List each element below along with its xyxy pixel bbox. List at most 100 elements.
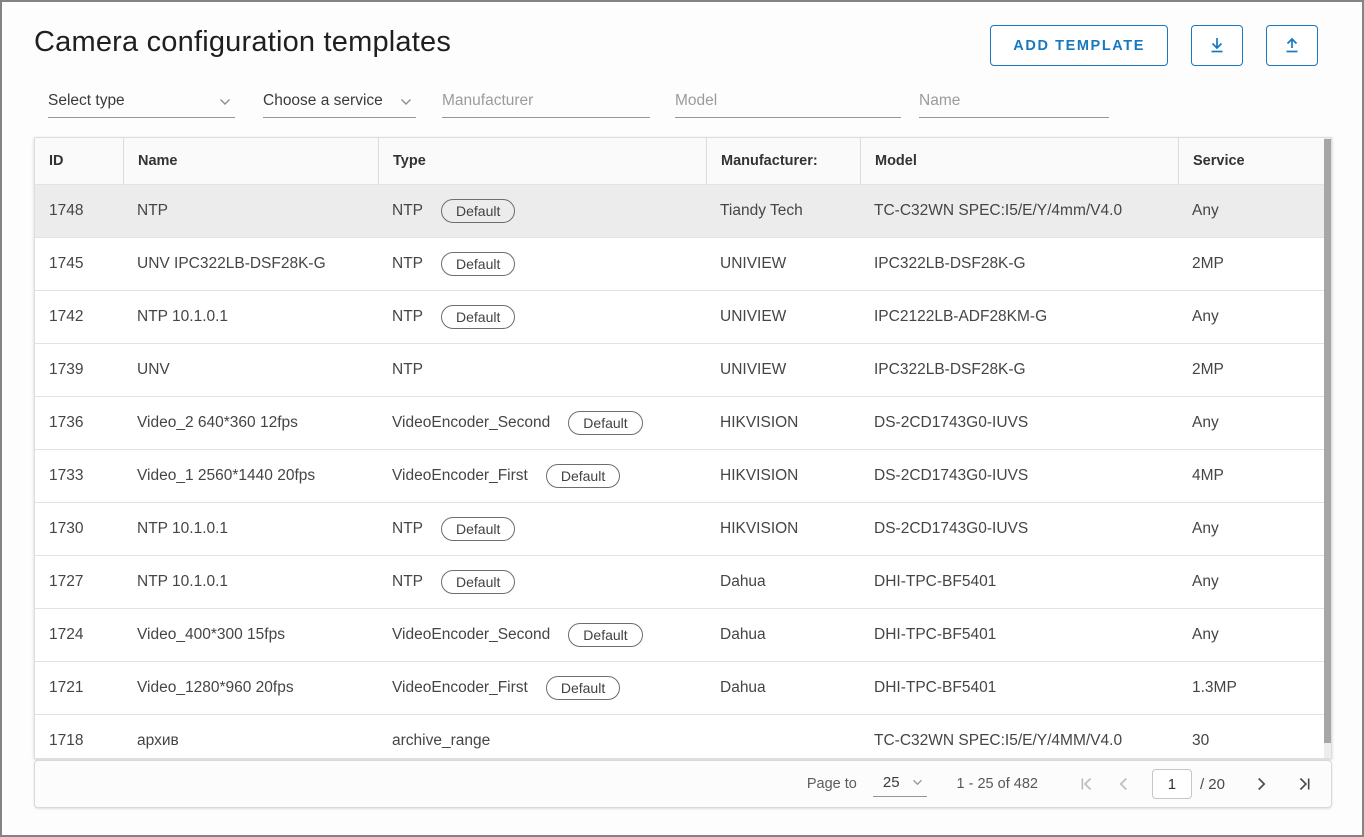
column-header-id[interactable]: ID (35, 138, 123, 184)
last-page-button[interactable] (1293, 772, 1317, 796)
column-header-service[interactable]: Service (1178, 138, 1326, 184)
cell-type: NTP Default (378, 570, 706, 594)
table-row[interactable]: 1739 UNV NTP UNIVIEW IPC322LB-DSF28K-G 2… (35, 344, 1326, 397)
cell-id: 1733 (35, 467, 123, 485)
cell-service: Any (1178, 626, 1326, 644)
templates-table: ID Name Type Manufacturer: Model Service… (34, 137, 1332, 759)
cell-service: Any (1178, 573, 1326, 591)
cell-type: NTP Default (378, 199, 706, 223)
cell-type: NTP Default (378, 517, 706, 541)
cell-model: DHI-TPC-BF5401 (860, 679, 1178, 697)
cell-id: 1736 (35, 414, 123, 432)
page-number-input[interactable] (1152, 769, 1192, 799)
import-button[interactable] (1266, 25, 1318, 66)
manufacturer-field (442, 86, 650, 118)
total-pages-text: / 20 (1200, 776, 1225, 793)
type-text: VideoEncoder_First (392, 679, 528, 697)
cell-model: DHI-TPC-BF5401 (860, 573, 1178, 591)
cell-manufacturer: HIKVISION (706, 414, 860, 432)
cell-service: Any (1178, 202, 1326, 220)
type-text: archive_range (392, 732, 490, 750)
cell-model: DS-2CD1743G0-IUVS (860, 414, 1178, 432)
model-field (675, 86, 901, 118)
first-page-button[interactable] (1074, 772, 1098, 796)
table-row[interactable]: 1733 Video_1 2560*1440 20fps VideoEncode… (35, 450, 1326, 503)
default-badge: Default (546, 464, 620, 488)
default-badge: Default (441, 252, 515, 276)
cell-manufacturer: HIKVISION (706, 520, 860, 538)
table-row[interactable]: 1721 Video_1280*960 20fps VideoEncoder_F… (35, 662, 1326, 715)
cell-model: IPC322LB-DSF28K-G (860, 361, 1178, 379)
chevron-right-icon (1250, 773, 1272, 795)
cell-id: 1745 (35, 255, 123, 273)
column-header-type[interactable]: Type (378, 138, 706, 184)
cell-name: UNV (123, 361, 378, 379)
previous-page-button[interactable] (1112, 772, 1136, 796)
cell-type: VideoEncoder_First Default (378, 464, 706, 488)
add-template-button[interactable]: ADD TEMPLATE (990, 25, 1168, 66)
default-badge: Default (568, 411, 642, 435)
service-select[interactable]: Choose a service (263, 86, 416, 118)
cell-service: 30 (1178, 732, 1326, 750)
page-size-select[interactable]: 25 (873, 772, 927, 797)
default-badge: Default (568, 623, 642, 647)
table-row[interactable]: 1730 NTP 10.1.0.1 NTP Default HIKVISION … (35, 503, 1326, 556)
pagination-bar: Page to 25 1 - 25 of 482 (34, 760, 1332, 808)
cell-manufacturer: UNIVIEW (706, 361, 860, 379)
type-select-label: Select type (48, 92, 125, 112)
cell-model: TC-C32WN SPEC:I5/E/Y/4MM/V4.0 (860, 732, 1178, 750)
cell-name: UNV IPC322LB-DSF28K-G (123, 255, 378, 273)
next-page-button[interactable] (1249, 772, 1273, 796)
cell-name: Video_1 2560*1440 20fps (123, 467, 378, 485)
name-input[interactable] (919, 92, 1109, 112)
pager-controls: / 20 (1074, 769, 1317, 799)
header-actions: ADD TEMPLATE (990, 25, 1318, 66)
cell-type: NTP (378, 361, 706, 379)
upload-icon (1280, 34, 1304, 58)
name-field (919, 86, 1109, 118)
cell-type: VideoEncoder_First Default (378, 676, 706, 700)
cell-service: 4MP (1178, 467, 1326, 485)
table-scrollbar[interactable] (1324, 138, 1331, 758)
cell-name: Video_1280*960 20fps (123, 679, 378, 697)
table-row[interactable]: 1724 Video_400*300 15fps VideoEncoder_Se… (35, 609, 1326, 662)
cell-type: NTP Default (378, 252, 706, 276)
cell-type: VideoEncoder_Second Default (378, 411, 706, 435)
cell-id: 1724 (35, 626, 123, 644)
cell-type: NTP Default (378, 305, 706, 329)
cell-model: DS-2CD1743G0-IUVS (860, 467, 1178, 485)
type-text: NTP (392, 255, 423, 273)
cell-id: 1730 (35, 520, 123, 538)
cell-model: IPC322LB-DSF28K-G (860, 255, 1178, 273)
default-badge: Default (441, 517, 515, 541)
model-input[interactable] (675, 92, 901, 112)
column-header-name[interactable]: Name (123, 138, 378, 184)
table-row[interactable]: 1718 архив archive_range TC-C32WN SPEC:I… (35, 715, 1326, 759)
table-row[interactable]: 1748 NTP NTP Default Tiandy Tech TC-C32W… (35, 185, 1326, 238)
default-badge: Default (441, 570, 515, 594)
column-header-model[interactable]: Model (860, 138, 1178, 184)
cell-service: 2MP (1178, 255, 1326, 273)
cell-service: Any (1178, 308, 1326, 326)
last-page-icon (1294, 773, 1316, 795)
column-header-manufacturer[interactable]: Manufacturer: (706, 138, 860, 184)
page-title: Camera configuration templates (34, 26, 451, 59)
type-select[interactable]: Select type (48, 86, 235, 118)
table-row[interactable]: 1727 NTP 10.1.0.1 NTP Default Dahua DHI-… (35, 556, 1326, 609)
service-select-label: Choose a service (263, 92, 383, 112)
cell-id: 1739 (35, 361, 123, 379)
default-badge: Default (546, 676, 620, 700)
cell-name: NTP 10.1.0.1 (123, 520, 378, 538)
table-row[interactable]: 1745 UNV IPC322LB-DSF28K-G NTP Default U… (35, 238, 1326, 291)
type-text: NTP (392, 308, 423, 326)
manufacturer-input[interactable] (442, 92, 650, 112)
table-row[interactable]: 1736 Video_2 640*360 12fps VideoEncoder_… (35, 397, 1326, 450)
export-button[interactable] (1191, 25, 1243, 66)
cell-manufacturer: Dahua (706, 679, 860, 697)
scrollbar-thumb[interactable] (1324, 139, 1331, 743)
cell-id: 1727 (35, 573, 123, 591)
cell-name: NTP 10.1.0.1 (123, 573, 378, 591)
table-row[interactable]: 1742 NTP 10.1.0.1 NTP Default UNIVIEW IP… (35, 291, 1326, 344)
cell-id: 1748 (35, 202, 123, 220)
default-badge: Default (441, 305, 515, 329)
